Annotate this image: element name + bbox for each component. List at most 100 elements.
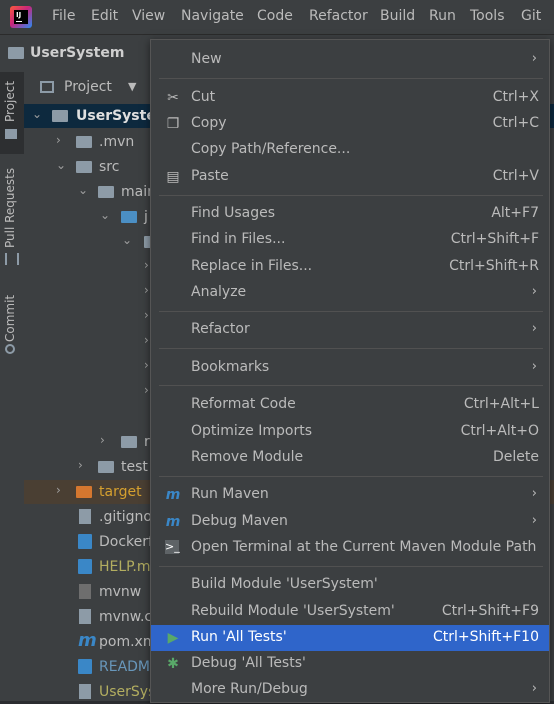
menu-item-run-all-tests[interactable]: ▶ Run 'All Tests' Ctrl+Shift+F10 [151,625,549,651]
menu-separator [159,195,543,196]
menu-git[interactable]: Git [521,8,541,24]
chevron-right-icon: › [531,486,537,501]
chevron-right-icon[interactable]: › [100,433,105,447]
chevron-right-icon[interactable]: › [144,258,149,272]
menu-item-remove-module[interactable]: Remove Module Delete [151,445,549,471]
folder-icon [98,186,114,198]
chevron-down-icon[interactable]: ⌄ [100,208,110,222]
menu-separator [159,566,543,567]
chevron-right-icon[interactable]: › [144,283,149,297]
project-tab-icon [5,129,17,139]
menu-item-label: Run Maven [191,486,269,502]
menu-item-find-in-files[interactable]: Find in Files... Ctrl+Shift+F [151,227,549,253]
menu-item-shortcut: Ctrl+Shift+R [449,258,539,274]
menu-file[interactable]: File [52,8,75,24]
menu-item-reformat-code[interactable]: Reformat Code Ctrl+Alt+L [151,392,549,418]
menu-item-refactor[interactable]: Refactor › [151,317,549,343]
menu-item-replace-in-files[interactable]: Replace in Files... Ctrl+Shift+R [151,254,549,280]
menu-item-find-usages[interactable]: Find Usages Alt+F7 [151,201,549,227]
scissors-icon: ✂ [167,90,179,106]
commit-icon [5,344,15,354]
menu-item-shortcut: Ctrl+Shift+F9 [441,603,539,619]
markdown-file-icon [78,659,92,674]
menu-item-more-run-debug[interactable]: More Run/Debug › [151,677,549,703]
menu-item-shortcut: Ctrl+Shift+F [450,231,539,247]
chevron-down-icon[interactable]: ⌄ [122,233,132,247]
menu-item-rebuild-module[interactable]: Rebuild Module 'UserSystem' Ctrl+Shift+F… [151,599,549,625]
menu-item-debug-maven[interactable]: m Debug Maven › [151,509,549,535]
chevron-right-icon[interactable]: › [144,358,149,372]
tree-label: target [99,484,142,500]
chevron-down-icon[interactable]: ⌄ [56,158,66,172]
tree-label: src [99,159,120,175]
chevron-right-icon: › [531,321,537,336]
chevron-right-icon: › [531,513,537,528]
tree-label: .gitigno [99,509,152,525]
menu-item-label: Find in Files... [191,231,286,247]
menu-refactor[interactable]: Refactor [309,8,368,24]
menu-item-label: Remove Module [191,449,304,465]
chevron-down-icon[interactable]: ▼ [128,80,136,93]
menu-item-label: New [191,51,222,67]
menu-navigate[interactable]: Navigate [181,8,244,24]
menu-item-label: Bookmarks [191,359,270,375]
terminal-icon: >_ [165,540,180,554]
tool-tab-commit[interactable]: Commit [3,295,17,342]
project-view-selector[interactable]: Project [64,79,112,95]
menu-item-paste[interactable]: ▤ Paste Ctrl+V [151,164,549,190]
docker-file-icon [78,534,92,549]
menu-edit[interactable]: Edit [91,8,118,24]
menu-item-debug-all-tests[interactable]: ✱ Debug 'All Tests' [151,651,549,677]
menu-view[interactable]: View [132,8,165,24]
chevron-right-icon[interactable]: › [144,333,149,347]
menu-item-analyze[interactable]: Analyze › [151,280,549,306]
tree-label: .mvn [99,134,135,150]
chevron-right-icon[interactable]: › [144,383,149,397]
context-menu: New › ✂ Cut Ctrl+X ❐ Copy Ctrl+C Copy Pa… [150,39,550,703]
menu-separator [159,476,543,477]
cmd-file-icon [79,609,91,624]
chevron-down-icon[interactable]: ⌄ [78,183,88,197]
tree-label: HELP.m [99,559,151,575]
project-name[interactable]: UserSystem [30,45,124,61]
chevron-right-icon: › [531,284,537,299]
menu-run[interactable]: Run [429,8,456,24]
menu-tools[interactable]: Tools [470,8,505,24]
menu-item-label: Debug 'All Tests' [191,655,306,671]
file-icon [79,684,91,699]
maven-pom-icon: m [78,630,97,651]
menu-item-label: Find Usages [191,205,276,221]
tree-label: UserSys [99,684,156,700]
menu-item-shortcut: Ctrl+X [492,89,539,105]
tool-tab-pull-requests[interactable]: Pull Requests [3,168,17,248]
tree-label: Dockerf [99,534,153,550]
menu-item-optimize-imports[interactable]: Optimize Imports Ctrl+Alt+O [151,419,549,445]
intellij-logo-icon[interactable]: IJ [10,6,32,28]
menu-item-new[interactable]: New › [151,47,549,73]
menu-item-open-terminal[interactable]: >_ Open Terminal at the Current Maven Mo… [151,535,549,561]
menu-item-cut[interactable]: ✂ Cut Ctrl+X [151,85,549,111]
copy-icon: ❐ [166,116,180,132]
menu-item-build-module[interactable]: Build Module 'UserSystem' [151,572,549,598]
menu-item-bookmarks[interactable]: Bookmarks › [151,355,549,381]
chevron-right-icon[interactable]: › [56,133,61,147]
menu-code[interactable]: Code [257,8,293,24]
chevron-right-icon[interactable]: › [144,308,149,322]
folder-icon [76,161,92,173]
maven-debug-icon: m [165,514,181,530]
menu-item-label: Build Module 'UserSystem' [191,576,378,592]
menu-item-shortcut: Ctrl+Alt+L [463,396,539,412]
menu-item-copy-path[interactable]: Copy Path/Reference... [151,137,549,163]
folder-icon [76,136,92,148]
chevron-right-icon[interactable]: › [78,458,83,472]
tool-tab-project[interactable]: Project [3,81,17,122]
maven-run-icon: m [165,487,181,503]
chevron-down-icon[interactable]: ⌄ [32,107,42,121]
tree-label: mvnw.c [99,609,153,625]
menu-item-shortcut: Ctrl+V [492,168,539,184]
menu-item-run-maven[interactable]: m Run Maven › [151,482,549,508]
menu-item-copy[interactable]: ❐ Copy Ctrl+C [151,111,549,137]
menu-separator [159,385,543,386]
chevron-right-icon[interactable]: › [56,483,61,497]
menu-build[interactable]: Build [380,8,415,24]
